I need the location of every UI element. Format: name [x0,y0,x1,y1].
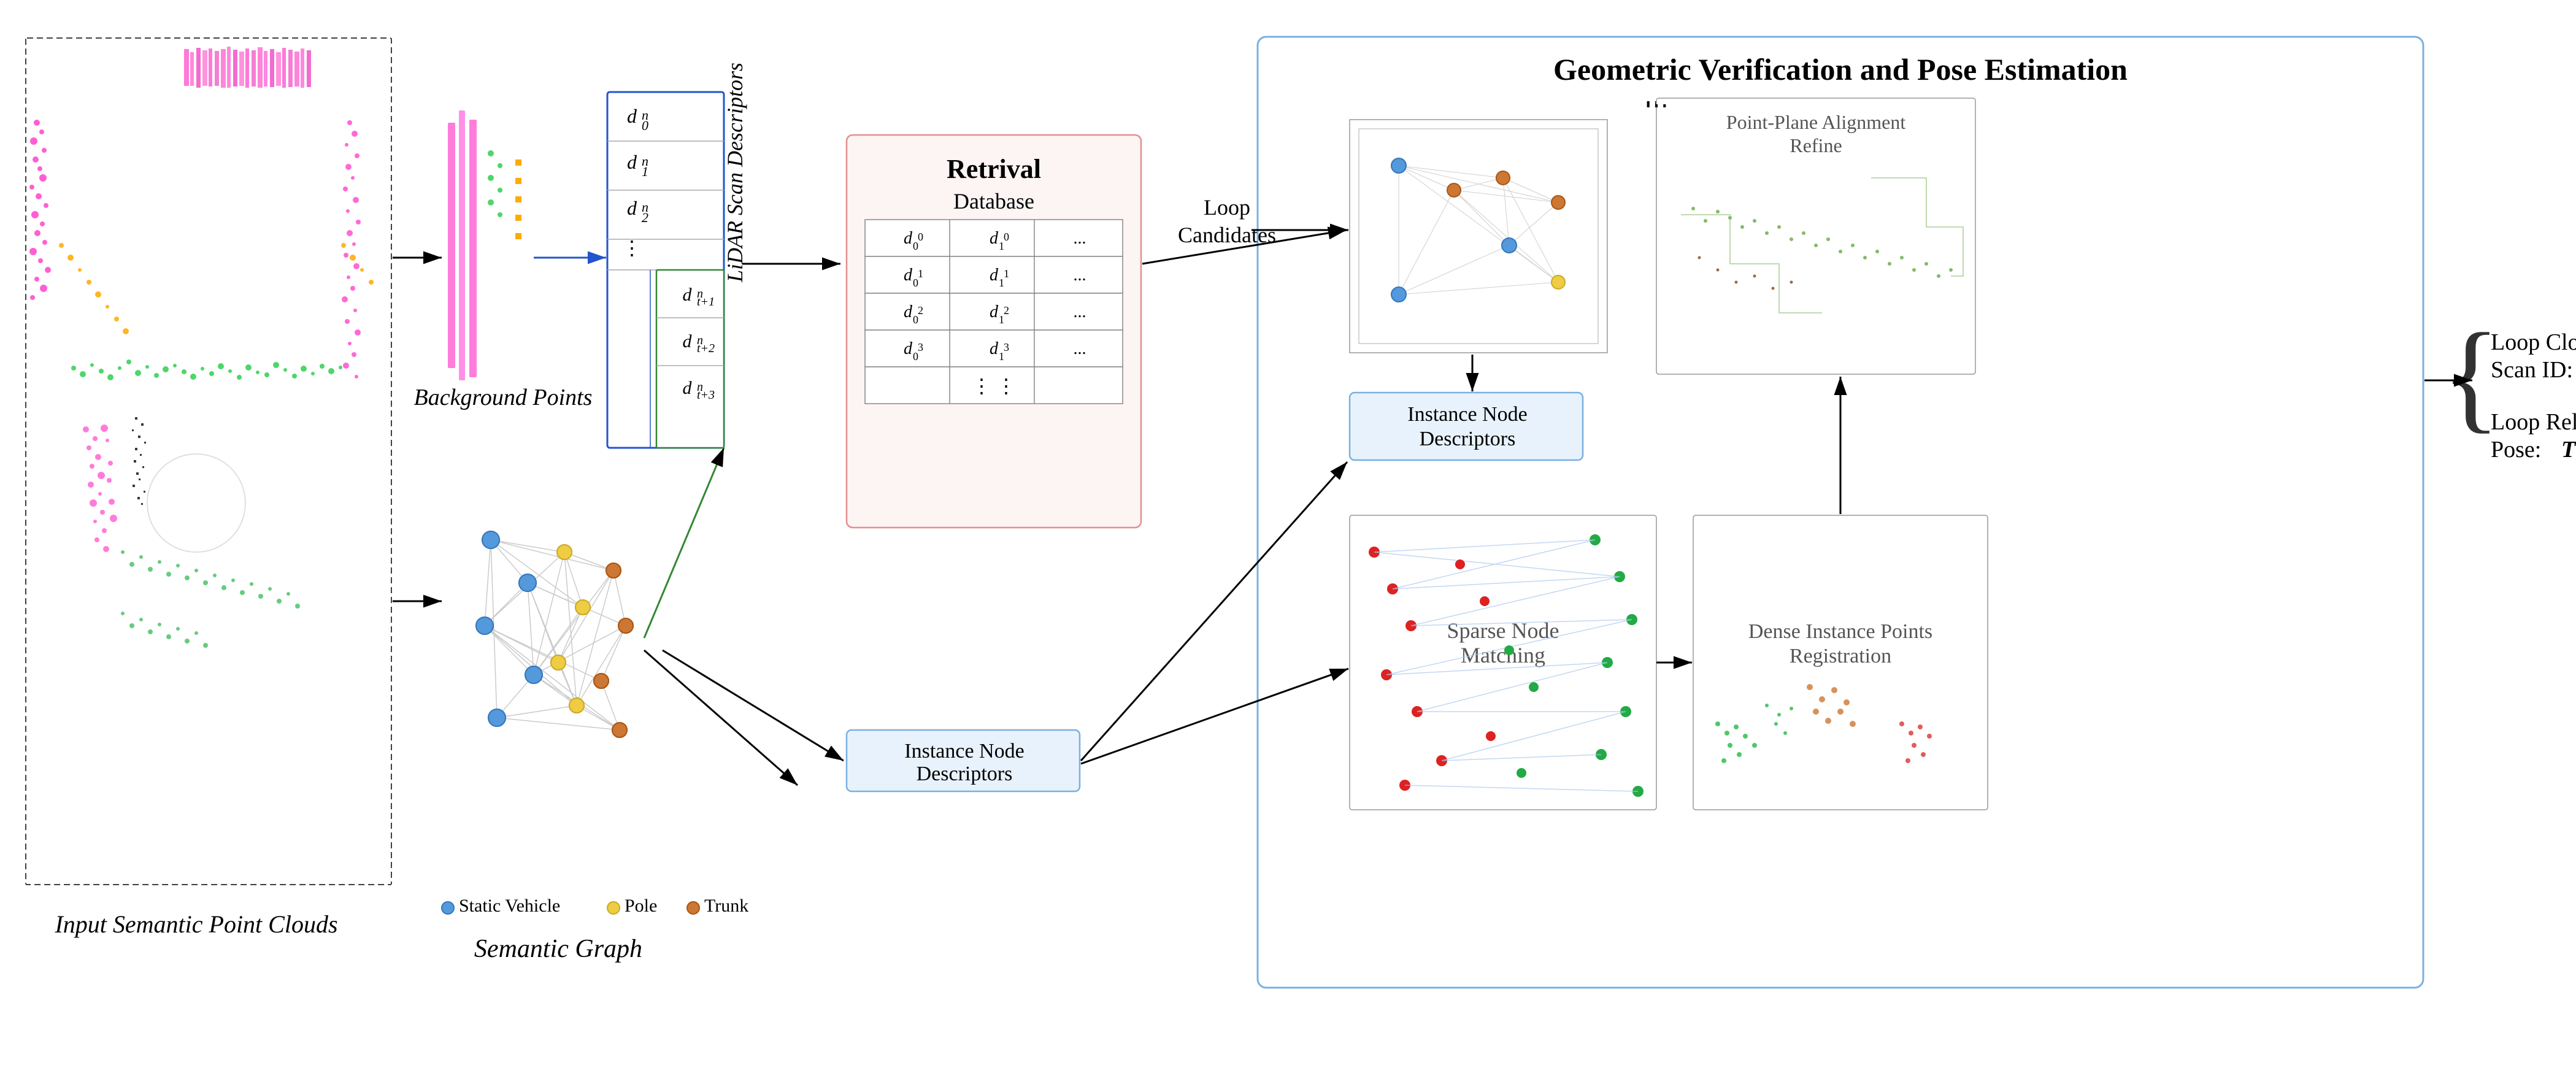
svg-text:LiDAR Scan Descriptors: LiDAR Scan Descriptors [723,63,747,283]
svg-text:t+1: t+1 [697,295,715,309]
svg-text:Point-Plane Alignment: Point-Plane Alignment [1726,111,1906,133]
svg-text:Loop Closure: Loop Closure [2491,329,2576,355]
svg-text:Loop: Loop [1204,195,1250,220]
svg-text:{: { [2442,309,2501,444]
svg-text:d: d [683,331,693,352]
svg-text:2: 2 [1004,304,1009,317]
svg-text:Scan ID:: Scan ID: [2491,357,2573,383]
svg-text:n: n [697,380,703,394]
svg-text:d: d [627,151,637,173]
svg-text:...: ... [1074,302,1086,321]
svg-text:...: ... [1074,339,1086,358]
svg-text:1: 1 [1004,267,1009,280]
svg-text:3: 3 [918,341,923,353]
svg-text:n: n [642,153,648,169]
svg-text:0: 0 [1004,231,1009,243]
svg-text:2: 2 [918,304,923,317]
svg-text:1: 1 [999,240,1004,252]
diagram-svg: Input Semantic Point Clouds [0,0,2576,1076]
svg-text:⋯: ⋯ [1644,91,1669,119]
svg-text:d: d [990,339,999,358]
svg-text:d: d [990,229,999,248]
svg-text:0: 0 [913,313,918,326]
svg-text:d: d [904,229,913,248]
svg-text:d: d [904,266,913,285]
svg-text:Descriptors: Descriptors [917,763,1013,785]
svg-text:d: d [904,302,913,321]
svg-text:Geometric Verification and Pos: Geometric Verification and Pose Estimati… [1553,52,2128,86]
svg-text:Background Points: Background Points [414,385,593,410]
svg-text:...: ... [1074,229,1086,248]
svg-text:0: 0 [642,118,648,133]
svg-text:n: n [642,107,648,123]
svg-text:...: ... [1074,266,1086,285]
svg-text:d: d [627,197,637,219]
svg-text:⋮ ⋮: ⋮ ⋮ [972,375,1016,397]
svg-text:1: 1 [999,313,1004,326]
svg-text:Instance Node: Instance Node [904,740,1024,763]
svg-text:Matching: Matching [1461,643,1545,667]
svg-text:Descriptors: Descriptors [1420,428,1516,450]
svg-text:T: T [2561,437,2576,463]
svg-text:Refine: Refine [1790,134,1842,156]
svg-text:t+2: t+2 [697,342,715,355]
svg-text:d: d [904,339,913,358]
svg-text:Trunk: Trunk [704,896,748,916]
svg-text:1: 1 [999,350,1004,363]
svg-text:1: 1 [642,164,648,179]
svg-text:Instance Node: Instance Node [1407,403,1527,426]
svg-text:n: n [697,334,703,347]
svg-text:t+3: t+3 [697,388,715,402]
svg-text:d: d [683,378,693,398]
svg-text:Registration: Registration [1790,645,1891,667]
svg-text:d: d [990,266,999,285]
svg-text:0: 0 [913,350,918,363]
svg-text:Loop Relative: Loop Relative [2491,409,2576,435]
svg-text:Pose:: Pose: [2491,437,2541,463]
svg-text:1: 1 [918,267,923,280]
svg-text:d: d [990,302,999,321]
svg-text:Retrival: Retrival [947,154,1041,184]
svg-text:d: d [683,285,693,305]
svg-text:⋯: ⋯ [1644,88,1669,116]
svg-text:Pole: Pole [625,896,657,916]
svg-text:n: n [642,199,648,215]
svg-text:0: 0 [913,240,918,252]
svg-text:2: 2 [642,210,648,225]
svg-text:0: 0 [913,277,918,289]
svg-text:3: 3 [1004,341,1009,353]
svg-text:d: d [627,105,637,127]
svg-text:Dense Instance Points: Dense Instance Points [1748,620,1932,643]
svg-text:n: n [697,287,703,301]
svg-text:Database: Database [953,189,1034,213]
svg-text:⋮: ⋮ [622,237,642,259]
svg-text:Candidates: Candidates [1178,223,1276,247]
svg-text:Static Vehicle: Static Vehicle [459,896,560,916]
svg-text:Semantic Graph: Semantic Graph [474,935,642,963]
svg-text:1: 1 [999,277,1004,289]
main-container: Input Semantic Point Clouds [0,0,2576,1076]
input-label: Input Semantic Point Clouds [54,910,337,938]
svg-text:Sparse Node: Sparse Node [1447,618,1559,643]
svg-text:0: 0 [918,231,923,243]
